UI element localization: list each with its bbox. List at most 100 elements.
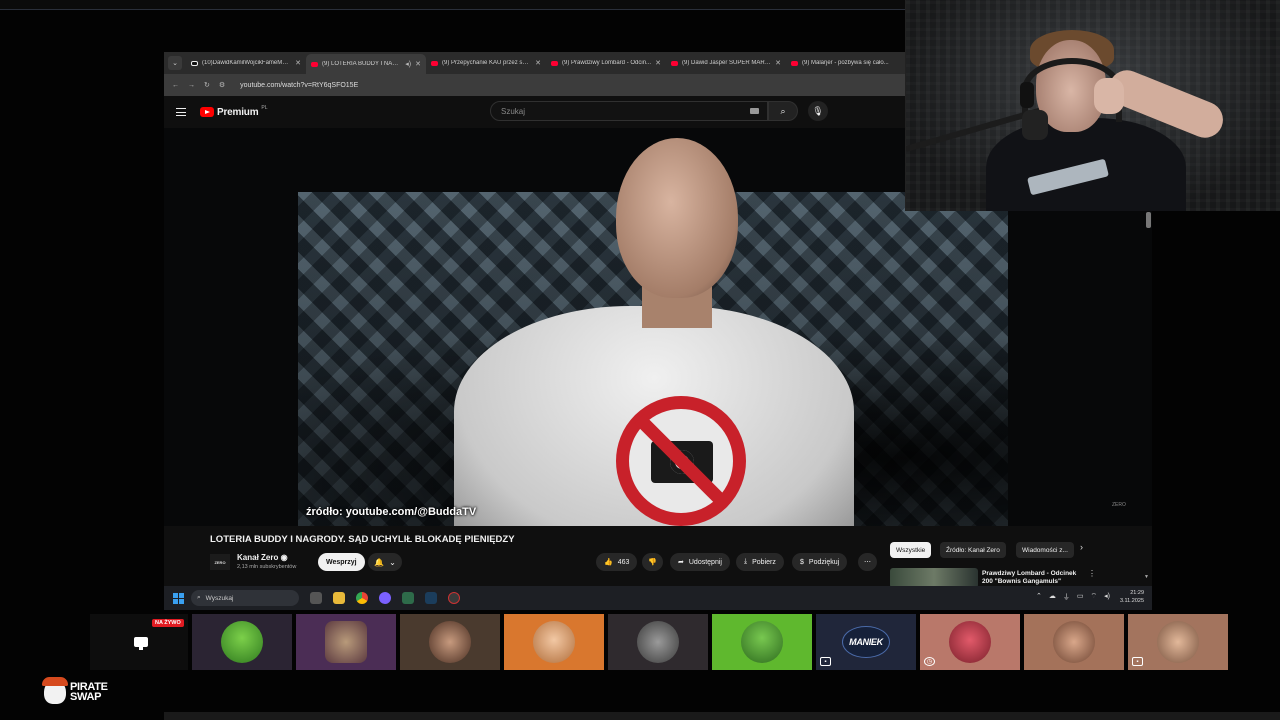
keyboard-icon[interactable]	[750, 108, 759, 114]
search-button[interactable]: ⌕	[768, 101, 798, 121]
app-icon[interactable]	[379, 592, 391, 604]
download-icon: ⤓	[744, 558, 748, 565]
system-tray: ⌃ ☁ ⏚ ▭ ⌔ ◂)	[1036, 592, 1110, 602]
bell-icon: 🔔	[374, 557, 385, 567]
emote-cartoon-guy	[504, 614, 604, 670]
download-button[interactable]: ⤓ Pobierz	[736, 553, 784, 571]
maniek-logo: MANIEK	[842, 626, 890, 658]
tab-5[interactable]: (9) Malarjer - pozbywa się cało...	[786, 54, 906, 72]
channel-avatar[interactable]: ZERO	[210, 554, 230, 570]
youtube-play-icon	[200, 107, 214, 117]
dislike-button[interactable]: 👎	[642, 553, 663, 571]
recommendation-thumbnail[interactable]	[890, 568, 978, 588]
video-watermark: ZERO	[1112, 502, 1126, 508]
clock-time: 21:29	[1130, 590, 1144, 596]
guy-face-icon	[1157, 621, 1199, 663]
emote-people	[400, 614, 500, 670]
scroll-down-icon[interactable]: ▼	[1144, 574, 1149, 580]
smoker-face-icon	[1053, 621, 1095, 663]
subscription-bell-button[interactable]: 🔔 ⌄	[368, 553, 402, 571]
tab-0[interactable]: (10)DawidKamilWojcikFameMM... ✕	[186, 54, 306, 72]
timer-icon: ◷	[924, 657, 935, 666]
webcam-overlay	[905, 0, 1280, 211]
like-button[interactable]: 👍 463	[596, 553, 638, 571]
stream-layout: ⌄ (10)DawidKamilWojcikFameMM... ✕ (9) LO…	[0, 0, 1280, 720]
close-icon[interactable]: ✕	[415, 60, 421, 68]
video-title: LOTERIA BUDDY I NAGRODY. SĄD UCHYLIŁ BLO…	[210, 534, 515, 545]
voice-search-button[interactable]: 🎙	[808, 101, 828, 121]
emote-frog	[192, 614, 292, 670]
close-icon[interactable]: ✕	[775, 59, 781, 67]
menu-icon[interactable]	[176, 108, 186, 116]
pirate-swap-logo: PIRATE SWAP	[42, 677, 108, 704]
back-icon[interactable]: ←	[172, 82, 179, 89]
close-icon[interactable]: ✕	[655, 59, 661, 67]
cloud-icon[interactable]: ☁	[1049, 592, 1056, 602]
volume-icon[interactable]: ◂)	[1104, 592, 1110, 602]
channel-name[interactable]: Kanał Zero ◉	[237, 553, 288, 562]
emote-guy: ▪	[1128, 614, 1228, 670]
taskbar-search-placeholder: Wyszukaj	[205, 594, 234, 602]
emote-maniek: MANIEK ▪	[816, 614, 916, 670]
chevron-up-icon[interactable]: ⌃	[1036, 592, 1042, 602]
youtube-logo[interactable]: Premium PL	[200, 105, 268, 118]
tab-search-icon[interactable]: ⌄	[168, 56, 182, 70]
search-input[interactable]: Szukaj	[490, 101, 768, 121]
thanks-button[interactable]: $ Podziękuj	[792, 553, 848, 571]
speaker-icon[interactable]: ◂)	[405, 60, 411, 68]
video-source-caption: źródło: youtube.com/@BuddaTV	[306, 506, 477, 518]
emote-cat: ◷	[920, 614, 1020, 670]
emote-face-filter	[296, 614, 396, 670]
headset-earcup	[1020, 82, 1034, 108]
tab-3[interactable]: (9) Prawdziwy Lombard - Odcin... ✕	[546, 54, 666, 72]
more-icon[interactable]: ⋮	[1088, 569, 1096, 578]
more-icon: ⋯	[864, 559, 871, 566]
tiktok-icon	[191, 60, 198, 66]
forward-icon[interactable]: →	[188, 82, 195, 89]
file-explorer-icon[interactable]	[333, 592, 345, 604]
chip-all[interactable]: Wszystkie	[890, 542, 932, 558]
support-button[interactable]: Wesprzyj	[318, 553, 365, 571]
logo-text: Premium	[217, 106, 259, 118]
tab-title: (9) Prawdziwy Lombard - Odcin...	[562, 60, 652, 66]
face-icon	[325, 621, 367, 663]
url-field[interactable]: youtube.com/watch?v=RtY6qSFO15E	[240, 82, 358, 89]
reload-icon[interactable]: ↻	[204, 81, 210, 89]
share-button[interactable]: ➦ Udostępnij	[670, 553, 730, 571]
mic-icon: 🎙	[812, 105, 824, 116]
lock-icon: ▪	[1132, 657, 1143, 666]
tab-1[interactable]: (9) LOTERIA BUDDY I NAGRO... ◂) ✕	[306, 54, 426, 74]
network-icon[interactable]: ▭	[1077, 592, 1084, 602]
obs-icon[interactable]	[448, 592, 460, 604]
scrollbar-thumb[interactable]	[1146, 212, 1151, 228]
thanks-label: Podziękuj	[808, 558, 840, 566]
close-icon[interactable]: ✕	[535, 59, 541, 67]
wifi-icon[interactable]: ⌔	[1091, 592, 1098, 602]
mic-icon[interactable]: ⏚	[1063, 592, 1070, 602]
recommendation-title[interactable]: Prawdziwy Lombard - Odcinek 200 "Bownis …	[982, 570, 1082, 586]
thumbs-down-icon: 👎	[648, 559, 657, 566]
windows-start-icon[interactable]	[173, 592, 184, 604]
prohibition-slash	[634, 414, 731, 510]
tab-2[interactable]: (9) Przepychanie KAU przez sym... ✕	[426, 54, 546, 72]
pepe-icon	[741, 621, 783, 663]
search-placeholder: Szukaj	[501, 107, 526, 116]
chip-news[interactable]: Wiadomości z...	[1016, 542, 1074, 558]
cat-icon	[949, 621, 991, 663]
taskbar-search-input[interactable]: ⌕ Wyszukaj	[191, 590, 299, 606]
steam-icon[interactable]	[425, 592, 437, 604]
chrome-icon[interactable]	[356, 592, 368, 604]
more-actions-button[interactable]: ⋯	[858, 553, 877, 571]
pirate-swap-text: PIRATE SWAP	[70, 682, 108, 703]
close-icon[interactable]: ✕	[295, 59, 301, 67]
youtube-icon	[671, 60, 678, 66]
chevron-right-icon[interactable]: ›	[1080, 542, 1083, 552]
tab-4[interactable]: (9) Dawid Jasper SUPER MARKE... ✕	[666, 54, 786, 72]
chip-source[interactable]: Źródło: Kanał Zero	[940, 542, 1006, 558]
taskbar-clock[interactable]: 21:29 3.11.2025	[1120, 589, 1144, 605]
tab-title: (10)DawidKamilWojcikFameMM...	[202, 60, 292, 66]
excel-icon[interactable]	[402, 592, 414, 604]
site-info-icon[interactable]: ⚙	[219, 81, 225, 89]
monitor-icon	[134, 637, 148, 650]
task-view-icon[interactable]	[310, 592, 322, 604]
